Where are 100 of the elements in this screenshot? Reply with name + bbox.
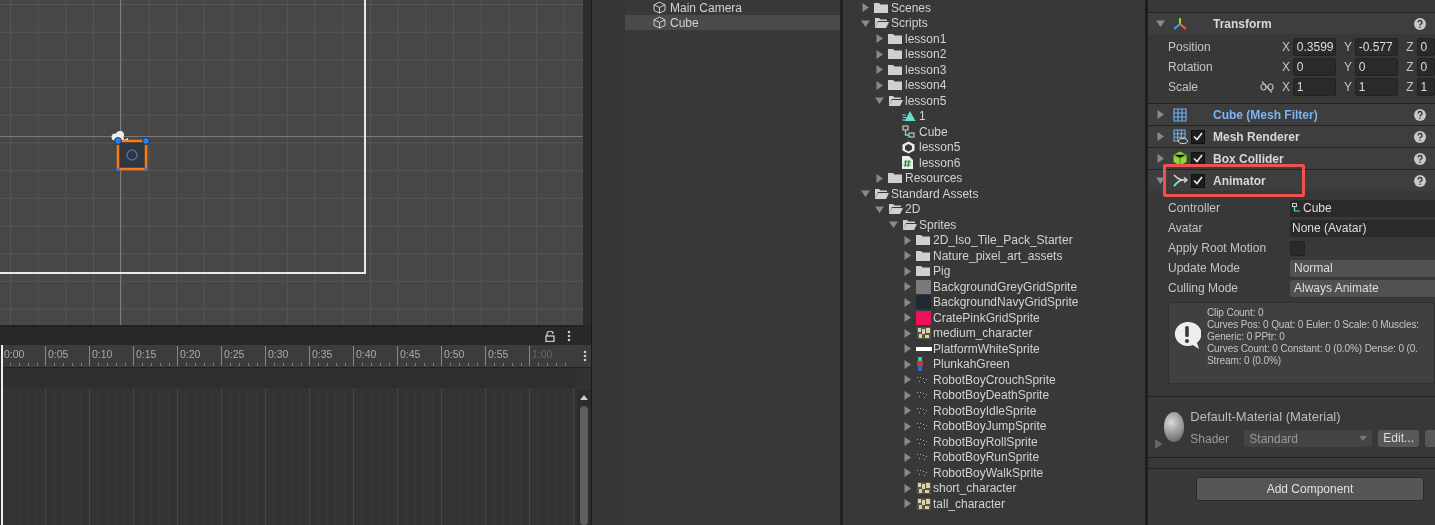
collapsed-arrow-icon[interactable] (875, 173, 884, 183)
project-item[interactable]: lesson5 (843, 93, 1145, 109)
collapsed-arrow-icon[interactable] (875, 34, 884, 44)
project-item[interactable]: RobotBoyWalkSprite (843, 465, 1145, 481)
add-component-button[interactable]: Add Component (1196, 477, 1424, 501)
number-field[interactable]: 1 (1416, 78, 1435, 96)
project-item[interactable]: RobotBoyRunSprite (843, 449, 1145, 465)
project-item[interactable]: medium_character (843, 325, 1145, 341)
project-item[interactable]: lesson2 (843, 46, 1145, 62)
collapsed-arrow-icon[interactable] (903, 452, 912, 462)
project-item[interactable]: 2D (843, 201, 1145, 217)
foldout-arrow-icon[interactable] (1156, 110, 1165, 119)
help-icon[interactable] (1414, 174, 1426, 187)
number-field[interactable]: -0.577 (1354, 38, 1399, 56)
project-item[interactable]: lesson1 (843, 31, 1145, 47)
unlinked-icon[interactable] (1260, 81, 1275, 93)
foldout-arrow-icon[interactable] (1156, 154, 1165, 163)
component-header[interactable]: Animator (1148, 169, 1435, 191)
scroll-up-icon[interactable] (580, 395, 588, 400)
project-item[interactable]: Sprites (843, 217, 1145, 233)
collapsed-arrow-icon[interactable] (903, 437, 912, 447)
help-icon[interactable] (1414, 152, 1426, 165)
collapsed-arrow-icon[interactable] (875, 65, 884, 75)
number-field[interactable]: 0 (1292, 58, 1337, 76)
component-header[interactable]: Mesh Renderer (1148, 125, 1435, 147)
project-item[interactable]: Scenes (843, 0, 1145, 16)
project-item[interactable]: Nature_pixel_art_assets (843, 248, 1145, 264)
object-field[interactable]: Cube (1290, 199, 1435, 217)
project-item[interactable]: BackgroundNavyGridSprite (843, 294, 1145, 310)
project-item[interactable]: lesson6 (843, 155, 1145, 171)
project-item[interactable]: RobotBoyCrouchSprite (843, 372, 1145, 388)
project-item[interactable]: Standard Assets (843, 186, 1145, 202)
collapsed-arrow-icon[interactable] (903, 375, 912, 385)
more-options-icon[interactable] (583, 350, 587, 362)
project-item[interactable]: BackgroundGreyGridSprite (843, 279, 1145, 295)
collapsed-arrow-icon[interactable] (903, 468, 912, 478)
number-field[interactable]: 0.3599 (1292, 38, 1337, 56)
collapsed-arrow-icon[interactable] (903, 421, 912, 431)
project-item[interactable]: Cube (843, 124, 1145, 140)
scrollbar-thumb[interactable] (580, 406, 588, 525)
enable-checkbox[interactable] (1191, 151, 1205, 166)
more-options-icon[interactable] (567, 330, 571, 342)
collapsed-arrow-icon[interactable] (903, 297, 912, 307)
project-item[interactable]: CratePinkGridSprite (843, 310, 1145, 326)
collapsed-arrow-icon[interactable] (903, 359, 912, 369)
project-item[interactable]: RobotBoyRollSprite (843, 434, 1145, 450)
object-field[interactable]: None (Avatar) (1290, 219, 1435, 237)
foldout-arrow-icon[interactable] (1156, 19, 1165, 28)
expanded-arrow-icon[interactable] (875, 204, 884, 214)
number-field[interactable]: 0 (1416, 38, 1435, 56)
collapsed-arrow-icon[interactable] (903, 235, 912, 245)
lock-icon[interactable] (545, 330, 555, 342)
component-header[interactable]: Cube (Mesh Filter) (1148, 103, 1435, 125)
expanded-arrow-icon[interactable] (861, 189, 870, 199)
dropdown[interactable]: Always Animate (1290, 279, 1435, 297)
collapsed-arrow-icon[interactable] (903, 328, 912, 338)
expanded-arrow-icon[interactable] (889, 220, 898, 230)
help-icon[interactable] (1414, 130, 1426, 143)
foldout-arrow-icon[interactable] (1154, 439, 1163, 449)
number-field[interactable]: 1 (1354, 78, 1399, 96)
help-icon[interactable] (1414, 17, 1426, 30)
expanded-arrow-icon[interactable] (861, 18, 870, 28)
expanded-arrow-icon[interactable] (875, 96, 884, 106)
project-item[interactable]: short_character (843, 480, 1145, 496)
project-item[interactable]: RobotBoyIdleSprite (843, 403, 1145, 419)
collapsed-arrow-icon[interactable] (861, 3, 870, 13)
project-item[interactable]: PlatformWhiteSprite (843, 341, 1145, 357)
edit-button[interactable]: Edit... (1378, 430, 1419, 447)
collapsed-arrow-icon[interactable] (903, 344, 912, 354)
collapsed-arrow-icon[interactable] (903, 282, 912, 292)
enable-checkbox[interactable] (1191, 173, 1205, 188)
project-item[interactable]: lesson4 (843, 77, 1145, 93)
collapsed-arrow-icon[interactable] (903, 406, 912, 416)
foldout-arrow-icon[interactable] (1156, 176, 1165, 185)
dropdown[interactable]: Normal (1290, 259, 1435, 277)
collapsed-arrow-icon[interactable] (875, 80, 884, 90)
project-item[interactable]: lesson5 (843, 139, 1145, 155)
project-item[interactable]: Scripts (843, 15, 1145, 31)
project-item[interactable]: PlunkahGreen (843, 356, 1145, 372)
collapsed-arrow-icon[interactable] (903, 483, 912, 493)
hierarchy-item[interactable]: Cube (625, 15, 840, 30)
collapsed-arrow-icon[interactable] (903, 499, 912, 509)
project-item[interactable]: RobotBoyDeathSprite (843, 387, 1145, 403)
hierarchy-item[interactable]: Main Camera (625, 0, 840, 15)
help-icon[interactable] (1414, 108, 1426, 121)
collapsed-arrow-icon[interactable] (903, 251, 912, 261)
shader-dropdown[interactable]: Standard (1244, 430, 1373, 447)
number-field[interactable]: 1 (1292, 78, 1337, 96)
project-item[interactable]: 2D_Iso_Tile_Pack_Starter (843, 232, 1145, 248)
project-item[interactable]: 1 (843, 108, 1145, 124)
number-field[interactable]: 0 (1416, 58, 1435, 76)
component-header[interactable]: Box Collider (1148, 147, 1435, 169)
collapsed-arrow-icon[interactable] (903, 313, 912, 323)
project-item[interactable]: tall_character (843, 496, 1145, 512)
collapsed-arrow-icon[interactable] (875, 49, 884, 59)
collapsed-arrow-icon[interactable] (903, 266, 912, 276)
project-item[interactable]: lesson3 (843, 62, 1145, 78)
number-field[interactable]: 0 (1354, 58, 1399, 76)
enable-checkbox[interactable] (1191, 129, 1205, 144)
foldout-arrow-icon[interactable] (1156, 132, 1165, 141)
